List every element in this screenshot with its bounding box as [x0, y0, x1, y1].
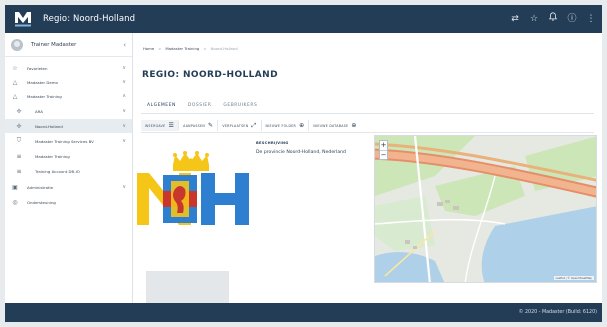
nieuwe-folder-label: NIEUWE FOLDER: [265, 123, 297, 128]
sidebar-item-label: ARA: [35, 108, 43, 114]
sidebar-item-training-account[interactable]: ≡ Training Account DB-IO: [5, 163, 132, 179]
lifebuoy-icon: ◎: [12, 198, 18, 206]
region-emblem-image: [135, 151, 253, 227]
aanpassen-label: AANPASSEN: [183, 123, 206, 128]
verplaatsen-button[interactable]: VERPLAATSEN ⤢: [218, 120, 262, 131]
sidebar-nav: ☆ Favorieten ∨ △ Madaster Demo ∨ △ Madas…: [5, 61, 132, 209]
collapse-sidebar-icon[interactable]: ‹: [123, 33, 126, 57]
breadcrumb: Home > Madaster Training > Noord-Holland: [143, 46, 238, 51]
breadcrumb-separator: >: [158, 46, 162, 51]
breadcrumb-home[interactable]: Home: [143, 46, 154, 51]
nieuwe-database-label: NIEUWE DATABASE: [313, 123, 349, 128]
verplaatsen-label: VERPLAATSEN: [222, 123, 249, 128]
top-actions: ⇄ ☆ ⓘ ⋮: [510, 5, 596, 33]
sidebar-item-ondersteuning[interactable]: ◎ Ondersteuning: [5, 195, 132, 209]
toolbar-divider: [141, 132, 594, 133]
shield-icon: ⛉: [16, 137, 22, 144]
footer-build-info: © 2020 - Madaster (Build: 6120): [518, 310, 597, 315]
database-icon: ≡: [16, 167, 22, 175]
location-map[interactable]: + − Leaflet | © OpenStreetMap: [374, 135, 597, 283]
chevron-down-icon: ∨: [122, 138, 126, 144]
madaster-logo[interactable]: [13, 9, 33, 29]
weergave-button[interactable]: WEERGAVE ☰: [141, 120, 180, 131]
sidebar-item-madaster-demo[interactable]: △ Madaster Demo ∨: [5, 75, 132, 89]
triangle-icon: △: [12, 78, 18, 86]
zoom-in-button[interactable]: +: [380, 141, 387, 150]
sidebar-item-ara[interactable]: ✢ ARA ∨: [5, 103, 132, 119]
sidebar-item-noord-holland[interactable]: ✢ Noord-Holland ∨: [5, 119, 132, 133]
sidebar-item-label: Favorieten: [27, 65, 48, 71]
description-heading: BESCHRIJVING: [256, 141, 289, 145]
triangle-icon: △: [12, 92, 18, 100]
chevron-up-icon: ∧: [122, 93, 126, 99]
sidebar-item-label: Ondersteuning: [27, 199, 56, 205]
list-view-icon: ☰: [168, 122, 175, 129]
zoom-out-button[interactable]: −: [380, 150, 387, 159]
sidebar-item-label: Madaster Training: [35, 153, 70, 159]
bell-icon[interactable]: [548, 5, 558, 33]
sidebar-item-label: Noord-Holland: [35, 123, 63, 129]
app-window: Regio: Noord-Holland ⇄ ☆ ⓘ ⋮ Trainer Mad…: [5, 5, 602, 322]
description-text: De provincie Noord-Holland, Nederland: [256, 150, 346, 155]
top-bar: Regio: Noord-Holland ⇄ ☆ ⓘ ⋮: [5, 5, 602, 33]
map-attribution[interactable]: Leaflet | © OpenStreetMap: [553, 276, 594, 280]
main-content: Home > Madaster Training > Noord-Holland…: [133, 33, 602, 303]
emblem-letter-h: [201, 173, 249, 225]
weergave-label: WEERGAVE: [145, 123, 166, 128]
nieuwe-folder-button[interactable]: NIEUWE FOLDER ⊕: [262, 120, 310, 131]
footer: © 2020 - Madaster (Build: 6120): [5, 303, 602, 322]
app-title: Regio: Noord-Holland: [43, 14, 136, 24]
breadcrumb-separator: >: [203, 46, 207, 51]
sidebar-item-madaster-training[interactable]: △ Madaster Training ∧: [5, 89, 132, 103]
toolbar: WEERGAVE ☰ AANPASSEN ✎ VERPLAATSEN ⤢ NIE…: [141, 120, 361, 131]
map-tiles: [375, 136, 596, 282]
shuffle-icon[interactable]: ⇄: [510, 5, 520, 33]
page-title: REGIO: NOORD-HOLLAND: [142, 70, 278, 80]
chevron-down-icon: ∨: [122, 65, 126, 71]
shield-icon: [163, 175, 197, 223]
plus-circle-icon: ⊕: [299, 122, 305, 129]
safe-icon: ▣: [12, 183, 18, 191]
sidebar-item-favorieten[interactable]: ☆ Favorieten ∨: [5, 61, 132, 75]
star-icon[interactable]: ☆: [529, 5, 539, 33]
breadcrumb-madaster-training[interactable]: Madaster Training: [165, 46, 199, 51]
sidebar-item-label: Madaster Training: [27, 93, 62, 99]
chevron-down-icon: ∨: [122, 79, 126, 85]
chevron-down-icon: ∨: [122, 123, 126, 129]
nieuwe-database-button[interactable]: NIEUWE DATABASE ⊕: [309, 120, 360, 131]
region-icon: ✢: [16, 107, 22, 115]
crown-icon: [173, 151, 209, 171]
plus-circle-icon: ⊕: [351, 122, 357, 129]
breadcrumb-current: Noord-Holland: [210, 46, 238, 51]
user-profile[interactable]: Trainer Madaster ‹: [5, 33, 132, 57]
database-icon: ≡: [16, 152, 22, 160]
move-icon: ⤢: [251, 121, 257, 129]
sidebar-item-label: Madaster Training Services BV: [35, 138, 94, 144]
image-placeholder: [146, 271, 229, 303]
map-zoom-control: + −: [379, 140, 388, 160]
star-icon: ☆: [12, 64, 18, 72]
region-icon: ✢: [16, 122, 22, 130]
aanpassen-button[interactable]: AANPASSEN ✎: [179, 120, 219, 131]
sidebar-item-label: Administratie: [27, 184, 54, 190]
sidebar-item-label: Training Account DB-IO: [35, 168, 80, 174]
more-vert-icon[interactable]: ⋮: [586, 5, 596, 33]
sidebar-item-label: Madaster Demo: [27, 79, 58, 85]
info-icon[interactable]: ⓘ: [567, 5, 577, 33]
sidebar-item-madaster-training-services[interactable]: ⛉ Madaster Training Services BV ∨: [5, 133, 132, 149]
chevron-down-icon: ∨: [122, 108, 126, 114]
pencil-icon: ✎: [208, 122, 214, 129]
avatar: [11, 38, 23, 51]
tab-divider: [141, 113, 594, 114]
sidebar-item-madaster-training-db[interactable]: ≡ Madaster Training: [5, 149, 132, 163]
user-name: Trainer Madaster: [31, 41, 77, 48]
chevron-down-icon: ∨: [122, 184, 126, 190]
sidebar: Trainer Madaster ‹ ☆ Favorieten ∨ △ Mada…: [5, 33, 133, 303]
sidebar-item-administratie[interactable]: ▣ Administratie ∨: [5, 179, 132, 195]
